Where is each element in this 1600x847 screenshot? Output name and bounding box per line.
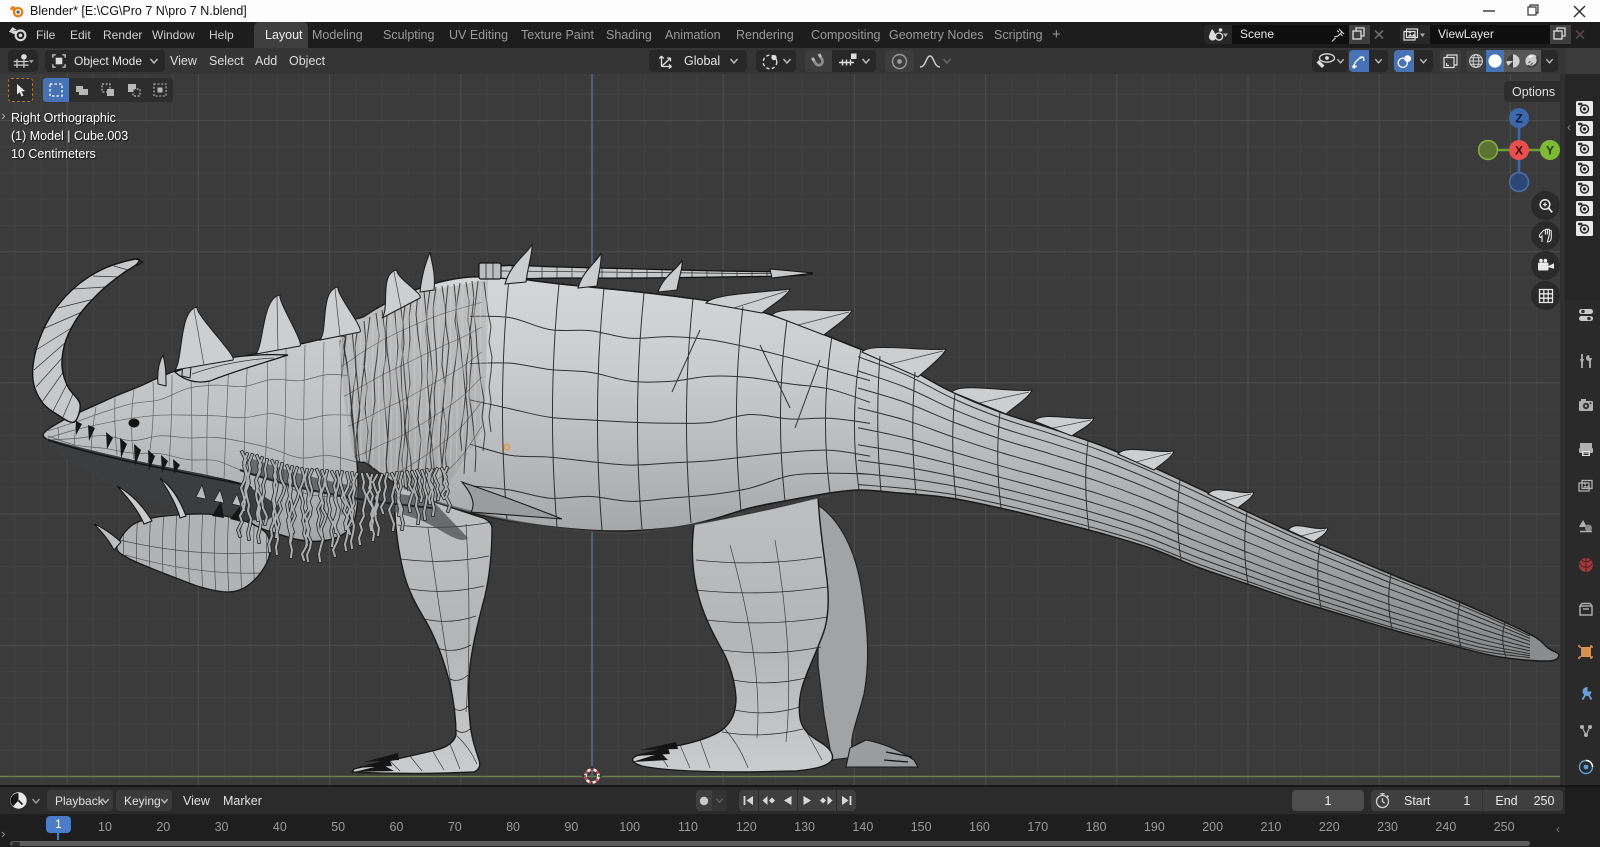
svg-text:Y: Y	[1546, 144, 1554, 158]
svg-text:X: X	[1515, 144, 1523, 158]
svg-text:Z: Z	[1515, 112, 1522, 126]
